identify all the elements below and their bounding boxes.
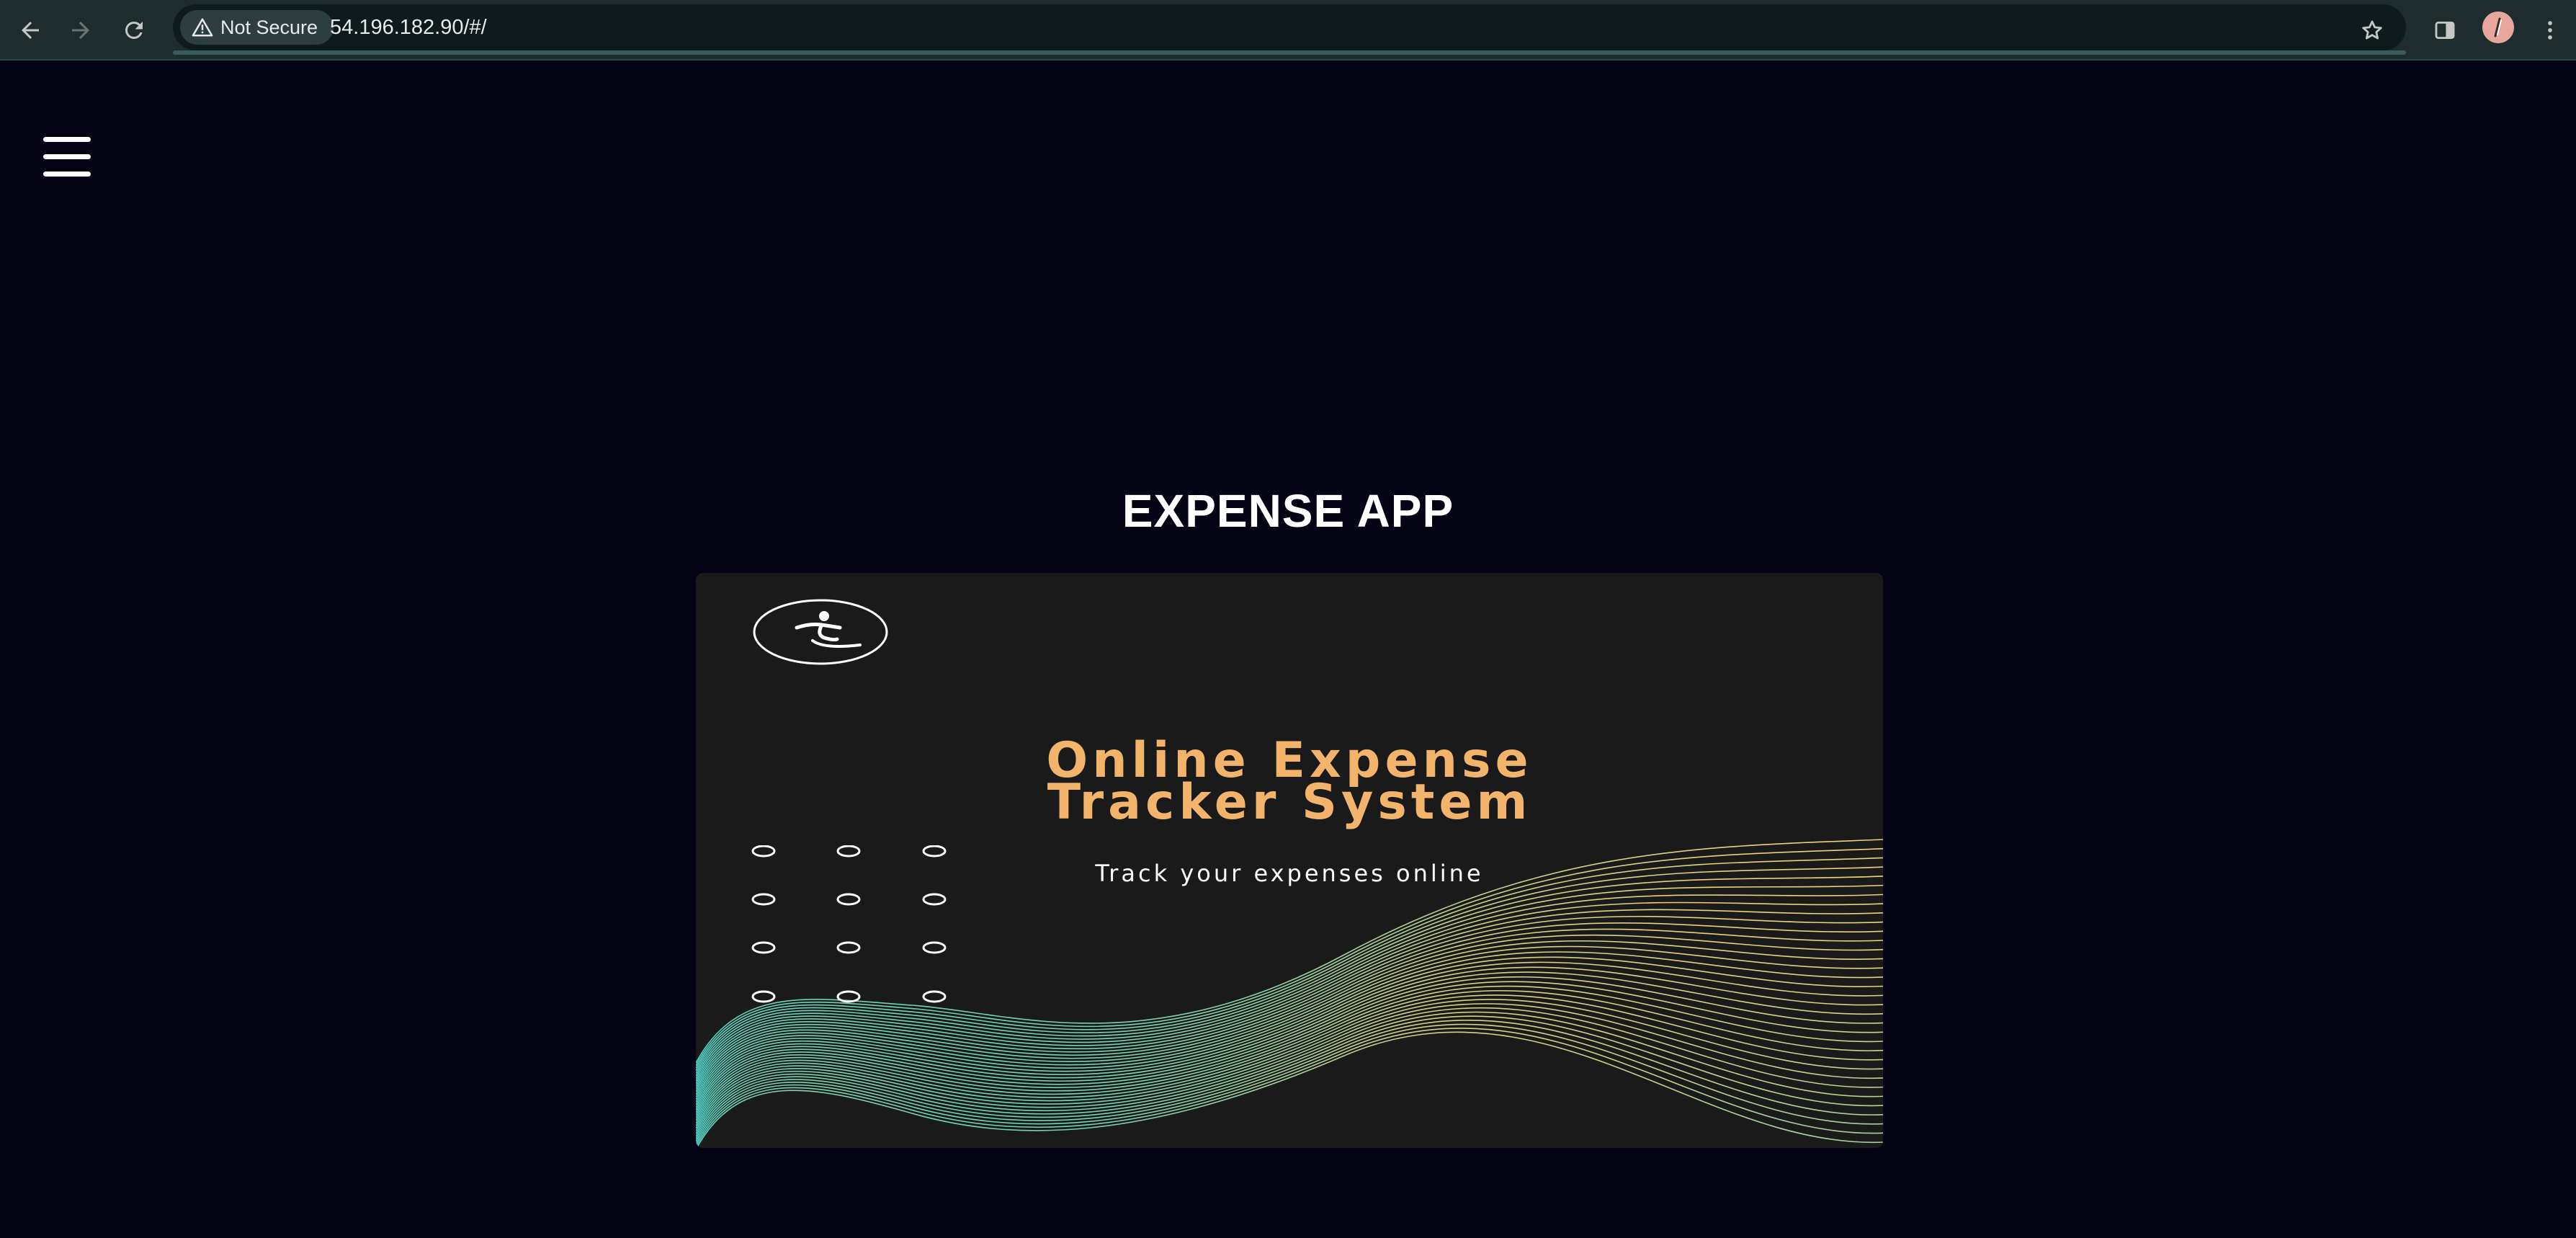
page-title: EXPENSE APP (1122, 485, 1454, 537)
runner-logo-icon (753, 599, 888, 665)
side-panel-button[interactable] (2425, 10, 2465, 50)
hero-banner-image: Online Expense Tracker System Track your… (696, 573, 1883, 1148)
security-indicator[interactable]: Not Secure (180, 10, 334, 45)
wave-line (696, 1003, 1883, 1131)
banner-heading: Online Expense Tracker System (696, 736, 1883, 831)
address-bar[interactable]: Not Secure 54.196.182.90/#/ (173, 4, 2406, 50)
banner-heading-line2: Tracker System (1047, 774, 1532, 831)
browser-menu-button[interactable] (2530, 10, 2570, 50)
side-panel-icon (2435, 21, 2455, 40)
security-label: Not Secure (220, 16, 318, 38)
browser-toolbar: Not Secure 54.196.182.90/#/ (0, 0, 2576, 61)
loading-indicator (173, 50, 2406, 55)
hamburger-menu-icon[interactable] (43, 137, 91, 177)
hamburger-line (43, 172, 91, 177)
wave-line (696, 1031, 1883, 1148)
arrow-left-icon (22, 22, 39, 39)
profile-avatar[interactable] (2482, 12, 2514, 43)
arrow-right-icon (72, 22, 89, 39)
hamburger-line (43, 137, 91, 142)
warning-triangle-icon (192, 18, 213, 37)
reload-button[interactable] (114, 10, 154, 50)
forward-button[interactable] (61, 10, 101, 50)
url-text[interactable]: 54.196.182.90/#/ (330, 4, 487, 50)
bookmark-button[interactable] (2352, 10, 2392, 50)
hamburger-line (43, 154, 91, 159)
reload-icon (125, 21, 143, 39)
dot-grid-decoration (751, 845, 947, 1003)
kebab-menu-icon (2548, 21, 2552, 40)
back-button[interactable] (10, 10, 50, 50)
profile-picture-icon (2482, 12, 2514, 43)
star-icon (2362, 20, 2382, 40)
